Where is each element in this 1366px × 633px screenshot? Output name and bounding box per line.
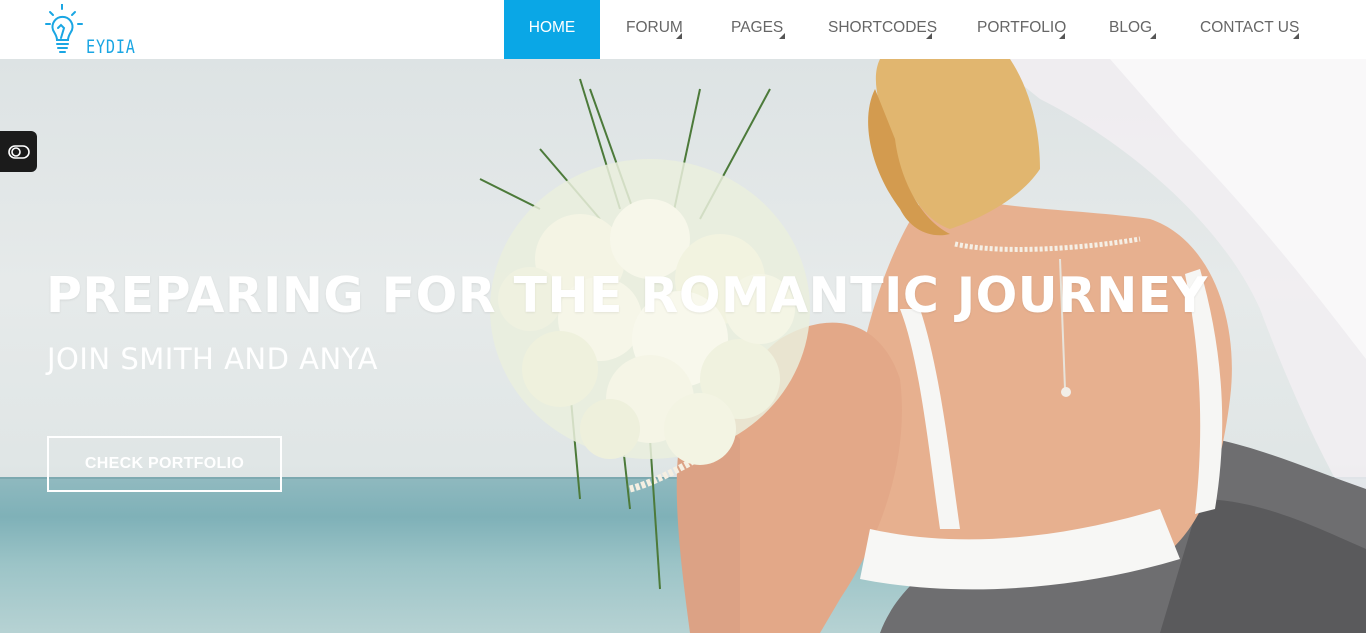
nav-item-pages[interactable]: PAGES — [731, 0, 804, 59]
nav-label: CONTACT US — [1200, 19, 1300, 36]
submenu-indicator-icon — [1293, 33, 1299, 39]
logo-text: EYDIA — [86, 36, 136, 58]
submenu-indicator-icon — [676, 33, 682, 39]
hero-banner: PREPARING FOR THE ROMANTIC JOURNEY JOIN … — [0, 59, 1366, 633]
site-header: EYDIA HOME FORUM PAGES SHORTCODES PORTFO… — [0, 0, 1366, 59]
nav-label: SHORTCODES — [828, 19, 938, 36]
nav-label: HOME — [528, 19, 576, 36]
hero-subtitle: JOIN SMITH AND ANYA — [47, 342, 378, 376]
submenu-indicator-icon — [1150, 33, 1156, 39]
submenu-indicator-icon — [779, 33, 785, 39]
nav-item-blog[interactable]: BLOG — [1109, 0, 1177, 59]
nav-label: FORUM — [626, 19, 683, 36]
style-toggle-tab[interactable] — [0, 131, 37, 172]
nav-item-portfolio[interactable]: PORTFOLIO — [977, 0, 1086, 59]
lightbulb-icon — [45, 4, 83, 53]
site-logo[interactable]: EYDIA — [44, 4, 144, 58]
nav-item-home[interactable]: HOME — [504, 0, 600, 59]
main-nav: HOME FORUM PAGES SHORTCODES PORTFOLIO BL… — [504, 0, 1310, 59]
toggle-icon — [7, 144, 30, 159]
nav-label: PORTFOLIO — [977, 19, 1067, 36]
hero-title: PREPARING FOR THE ROMANTIC JOURNEY — [46, 267, 1208, 324]
submenu-indicator-icon — [1059, 33, 1065, 39]
nav-label: BLOG — [1109, 19, 1153, 36]
nav-item-shortcodes[interactable]: SHORTCODES — [828, 0, 954, 59]
submenu-indicator-icon — [926, 33, 932, 39]
check-portfolio-button[interactable]: CHECK PORTFOLIO — [47, 436, 282, 492]
nav-item-forum[interactable]: FORUM — [626, 0, 706, 59]
nav-label: PAGES — [731, 19, 784, 36]
nav-item-contact-us[interactable]: CONTACT US — [1200, 0, 1310, 59]
